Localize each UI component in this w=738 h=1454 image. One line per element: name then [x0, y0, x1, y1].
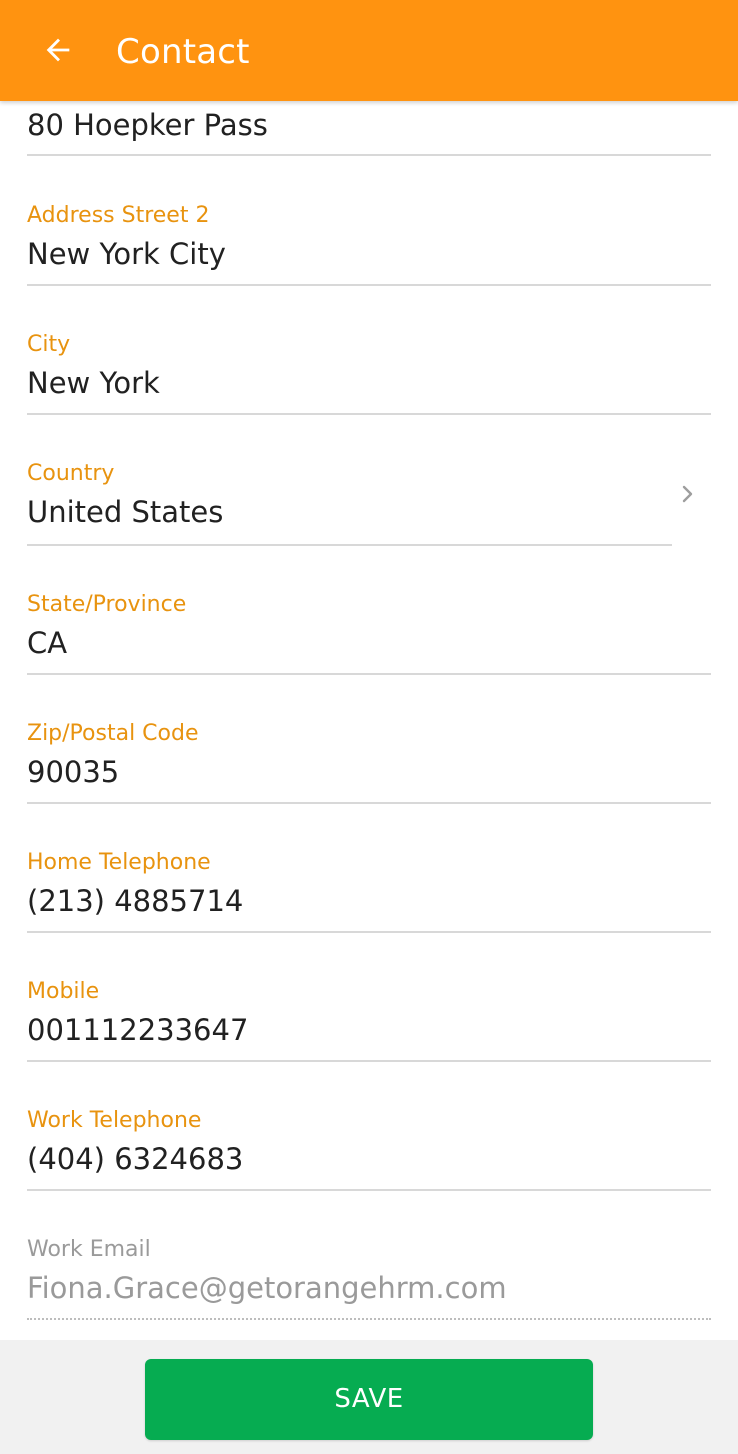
field-underline — [27, 413, 711, 415]
country-value[interactable]: United States — [27, 493, 223, 531]
state-province-label: State/Province — [27, 592, 187, 617]
address-street-1-value[interactable]: 80 Hoepker Pass — [27, 106, 268, 144]
field-underline — [27, 544, 672, 546]
zip-postal-code-field[interactable]: Zip/Postal Code 90035 — [27, 720, 711, 805]
country-label: Country — [27, 461, 115, 486]
work-email-field: Work Email Fiona.Grace@getorangehrm.com — [27, 1236, 711, 1322]
mobile-field[interactable]: Mobile 001112233647 — [27, 978, 711, 1063]
city-label: City — [27, 332, 71, 357]
back-button[interactable] — [30, 22, 86, 78]
work-telephone-label: Work Telephone — [27, 1108, 202, 1133]
address-street-2-value[interactable]: New York City — [27, 235, 226, 273]
work-telephone-field[interactable]: Work Telephone (404) 6324683 — [27, 1107, 711, 1192]
contact-form: 80 Hoepker Pass Address Street 2 New Yor… — [0, 101, 738, 1340]
work-email-label: Work Email — [27, 1237, 151, 1262]
bottom-action-bar: SAVE — [0, 1340, 738, 1454]
contact-screen: Contact 80 Hoepker Pass Address Street 2… — [0, 0, 738, 1454]
home-telephone-field[interactable]: Home Telephone (213) 4885714 — [27, 849, 711, 934]
home-telephone-label: Home Telephone — [27, 850, 211, 875]
arrow-left-icon — [46, 38, 70, 62]
zip-postal-code-value[interactable]: 90035 — [27, 753, 119, 791]
page-title: Contact — [116, 32, 250, 72]
field-underline — [27, 284, 711, 286]
field-underline — [27, 673, 711, 675]
field-underline — [27, 154, 711, 156]
address-street-2-label: Address Street 2 — [27, 203, 210, 228]
address-street-1-field[interactable]: 80 Hoepker Pass — [27, 101, 711, 157]
mobile-label: Mobile — [27, 979, 100, 1004]
mobile-value[interactable]: 001112233647 — [27, 1011, 248, 1049]
zip-postal-code-label: Zip/Postal Code — [27, 721, 199, 746]
app-bar: Contact — [0, 0, 738, 101]
field-underline — [27, 802, 711, 804]
field-underline — [27, 1060, 711, 1062]
save-button[interactable]: SAVE — [145, 1359, 593, 1440]
field-underline-dotted — [27, 1318, 711, 1320]
state-province-field[interactable]: State/Province CA — [27, 591, 711, 676]
home-telephone-value[interactable]: (213) 4885714 — [27, 882, 243, 920]
field-underline — [27, 931, 711, 933]
city-value[interactable]: New York — [27, 364, 160, 402]
chevron-right-icon[interactable] — [675, 482, 699, 506]
work-email-value: Fiona.Grace@getorangehrm.com — [27, 1271, 507, 1305]
field-underline — [27, 1189, 711, 1191]
city-field[interactable]: City New York — [27, 331, 711, 416]
country-field[interactable]: Country United States — [27, 460, 711, 547]
work-telephone-value[interactable]: (404) 6324683 — [27, 1140, 243, 1178]
address-street-2-field[interactable]: Address Street 2 New York City — [27, 202, 711, 287]
state-province-value[interactable]: CA — [27, 624, 67, 662]
